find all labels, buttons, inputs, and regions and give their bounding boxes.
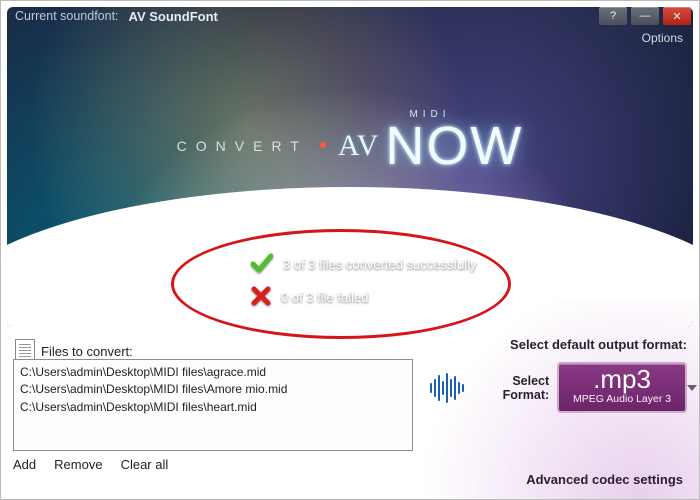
window-buttons: ? — ✕ xyxy=(599,7,691,25)
files-label: Files to convert: xyxy=(41,344,133,359)
status-failed-text: 0 of 3 file failed xyxy=(281,290,368,305)
list-item[interactable]: C:\Users\admin\Desktop\MIDI files\Amore … xyxy=(20,381,406,398)
check-icon xyxy=(251,253,273,276)
logo-dot-icon xyxy=(320,142,326,148)
status-failed-row: 0 of 3 file failed xyxy=(251,286,477,309)
advanced-codec-settings-link[interactable]: Advanced codec settings xyxy=(526,472,683,487)
soundfont-name: AV SoundFont xyxy=(129,9,218,24)
minimize-button[interactable]: — xyxy=(631,7,659,25)
file-actions: Add Remove Clear all xyxy=(13,457,168,472)
format-extension: .mp3 xyxy=(563,366,681,392)
status-success-row: 3 of 3 files converted successfully xyxy=(251,253,477,276)
output-header: Select default output format: xyxy=(427,337,687,352)
help-button[interactable]: ? xyxy=(599,7,627,25)
clear-all-button[interactable]: Clear all xyxy=(121,457,169,472)
add-button[interactable]: Add xyxy=(13,457,36,472)
select-format-label: Select Format: xyxy=(475,374,549,402)
format-selector[interactable]: .mp3 MPEG Audio Layer 3 xyxy=(557,362,687,413)
list-item[interactable]: C:\Users\admin\Desktop\MIDI files\agrace… xyxy=(20,364,406,381)
logo-convert: CONVERT xyxy=(177,138,308,154)
app-logo: MIDI CONVERT AV NOW xyxy=(1,109,699,171)
remove-button[interactable]: Remove xyxy=(54,457,102,472)
logo-av: AV xyxy=(338,129,379,163)
format-description: MPEG Audio Layer 3 xyxy=(563,393,681,405)
soundfont-label: Current soundfont: xyxy=(15,9,119,23)
logo-now: NOW xyxy=(385,122,523,171)
close-button[interactable]: ✕ xyxy=(663,7,691,25)
output-panel: Select default output format: Select For… xyxy=(427,337,687,413)
files-list[interactable]: C:\Users\admin\Desktop\MIDI files\agrace… xyxy=(13,359,413,451)
status-success-text: 3 of 3 files converted successfully xyxy=(283,257,477,272)
options-link[interactable]: Options xyxy=(642,31,683,45)
conversion-status: 3 of 3 files converted successfully 0 of… xyxy=(251,253,477,319)
app-window: Current soundfont: AV SoundFont ? — ✕ Op… xyxy=(0,0,700,500)
list-item[interactable]: C:\Users\admin\Desktop\MIDI files\heart.… xyxy=(20,399,406,416)
chevron-down-icon xyxy=(687,385,697,391)
cross-icon xyxy=(251,286,271,309)
waveform-icon xyxy=(427,371,467,405)
title-bar: Current soundfont: AV SoundFont ? — ✕ xyxy=(15,7,691,25)
